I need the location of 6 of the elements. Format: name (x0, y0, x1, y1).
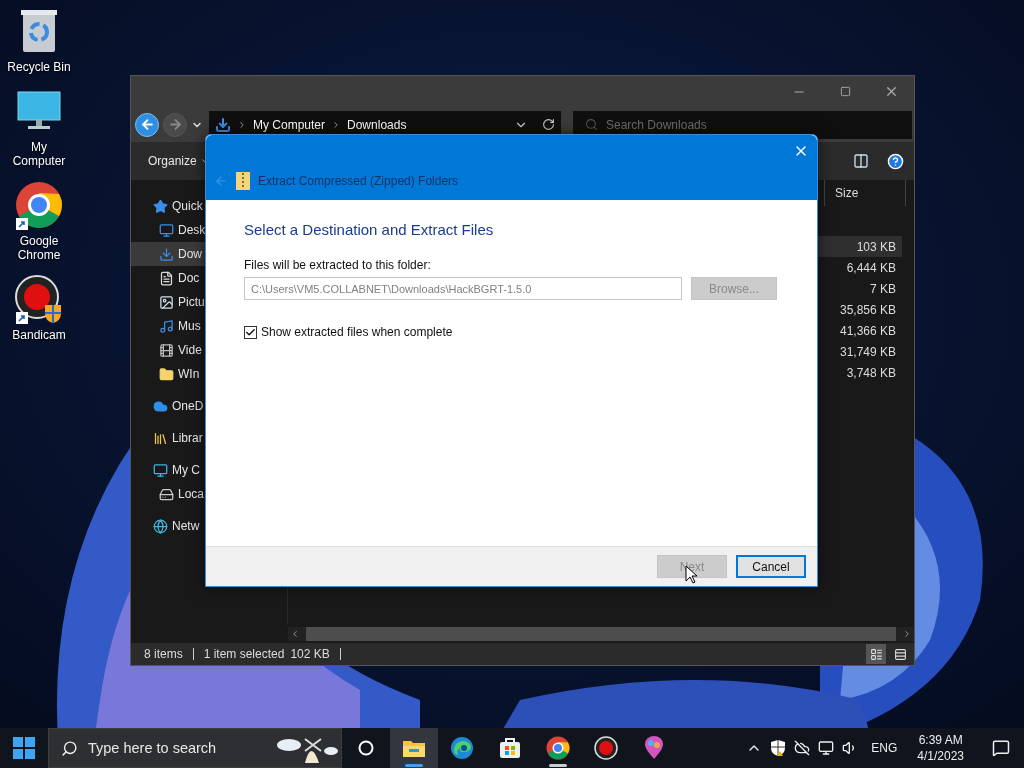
selection-size: 102 KB (290, 647, 330, 661)
selection-status: 1 item selected (203, 647, 285, 661)
dialog-title: Extract Compressed (Zipped) Folders (258, 174, 459, 188)
dialog-heading: Select a Destination and Extract Files (244, 221, 495, 238)
item-count: 8 items (144, 647, 183, 661)
field-label: Files will be extracted to this folder: (244, 258, 432, 272)
